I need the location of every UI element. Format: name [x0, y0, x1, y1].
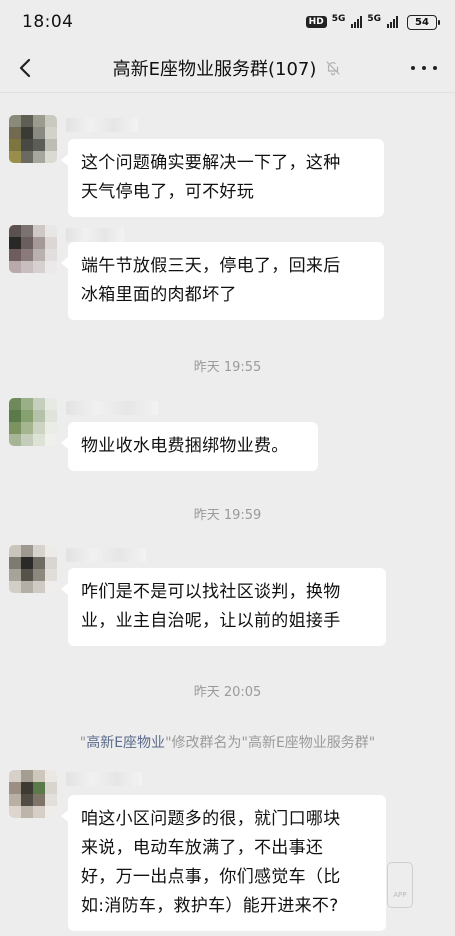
timestamp: 昨天 20:05 [193, 685, 262, 700]
avatar[interactable] [9, 398, 57, 446]
network-type-1: 5G [331, 13, 346, 24]
signal-icon [351, 16, 363, 28]
sender-name-blurred [66, 228, 124, 242]
chat-title: 高新E座物业服务群(107) [112, 59, 317, 80]
battery-level: 54 [415, 16, 429, 28]
status-bar: 18:04 HD 5G 5G 54 [0, 0, 455, 44]
signal-icon-2 [387, 16, 398, 28]
title-wrap: 高新E座物业服务群(107) [113, 55, 343, 81]
system-message-actor-link[interactable]: 高新E座物业 [86, 735, 165, 751]
message-bubble[interactable]: 咋们是不是可以找社区谈判，换物 业，业主自治呢，让以前的姐接手 [61, 568, 386, 646]
sender-name-blurred [66, 548, 146, 562]
network-type-2: 5G [367, 13, 381, 24]
message-bubble[interactable]: 物业收水电费捆绑物业费。 [61, 422, 318, 471]
more-horizontal-icon[interactable] [411, 56, 437, 80]
avatar[interactable] [9, 225, 57, 273]
chat-header: 高新E座物业服务群(107) [0, 44, 455, 92]
avatar[interactable] [9, 770, 57, 818]
sender-name-blurred [66, 772, 142, 786]
sender-name-blurred [66, 118, 138, 132]
timestamp: 昨天 19:55 [193, 360, 262, 375]
status-icons: HD 5G 5G 54 [305, 13, 440, 30]
status-time: 18:04 [22, 12, 74, 32]
message-bubble[interactable]: 咱这小区问题多的很，就门口哪块 来说，电动车放满了，不出事还 好，万一出点事，你… [61, 795, 386, 931]
avatar[interactable] [9, 545, 57, 593]
header-divider [0, 92, 455, 93]
system-message: "高新E座物业"修改群名为"高新E座物业服务群" [0, 732, 455, 752]
message-bubble[interactable]: 端午节放假三天，停电了，回来后 冰箱里面的肉都坏了 [61, 242, 384, 320]
sender-name-blurred [66, 401, 158, 415]
message-bubble[interactable]: 这个问题确实要解决一下了，这种 天气停电了，可不好玩 [61, 139, 384, 217]
timestamp: 昨天 19:59 [193, 508, 262, 523]
battery-icon: 54 [407, 14, 440, 30]
watermark-label: APP [393, 891, 407, 899]
avatar[interactable] [9, 115, 57, 163]
chevron-left-icon[interactable] [14, 56, 38, 80]
hd-voice-icon: HD [305, 16, 327, 28]
bell-off-icon [326, 61, 340, 76]
system-message-text: "修改群名为"高新E座物业服务群" [165, 735, 376, 751]
app-watermark-icon: APP [387, 862, 413, 908]
